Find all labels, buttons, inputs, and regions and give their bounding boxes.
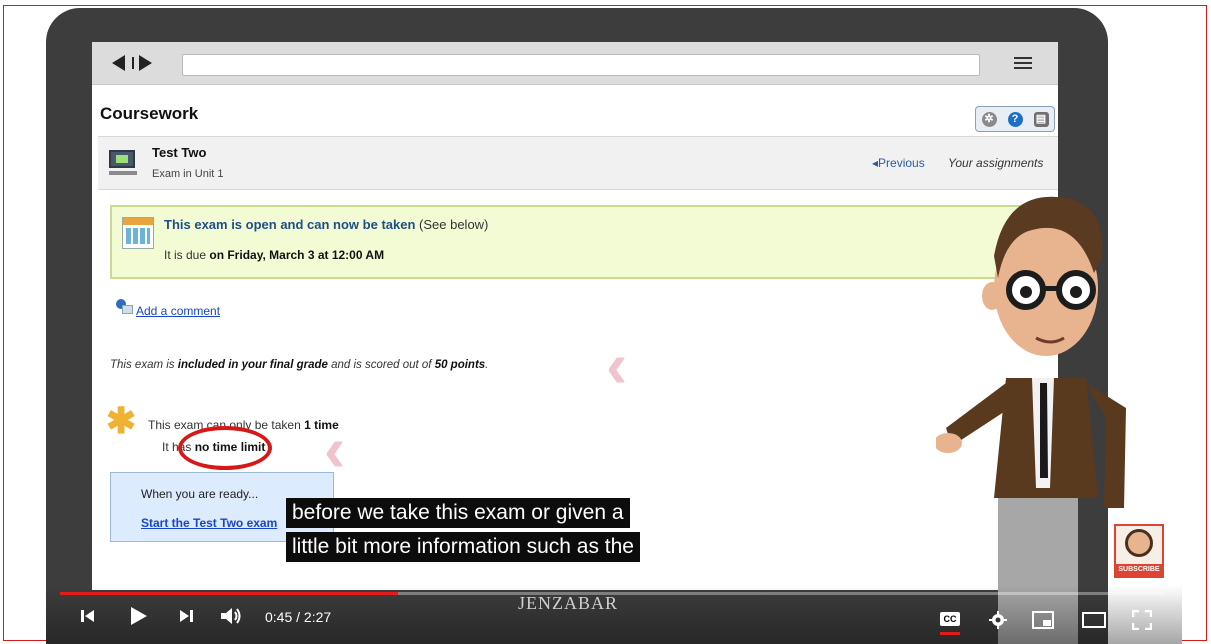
caption-line: before we take this exam or given a [286,498,630,528]
nav-separator [132,57,134,69]
forward-arrow-icon[interactable] [139,55,152,71]
page-tools: ✲ ? ▤ [975,106,1055,132]
add-comment-link[interactable]: Add a comment [136,304,220,318]
comment-icon [116,299,133,314]
assignment-title: Test Two [152,145,207,160]
computer-icon [109,150,137,178]
previous-video-icon[interactable] [80,608,96,624]
highlight-circle [178,426,272,470]
subscribe-watermark[interactable]: SUBSCRIBE [1114,524,1164,578]
assignment-subtitle: Exam in Unit 1 [152,168,224,180]
previous-link[interactable]: ◂Previous [872,156,925,170]
volume-icon[interactable] [220,606,242,626]
open-headline: This exam is open and can now be taken (… [164,217,489,232]
time-display: 0:45 / 2:27 [265,609,332,625]
address-bar[interactable] [182,54,980,76]
next-video-icon[interactable] [178,608,194,624]
chevron-left-icon: ‹ [606,329,628,401]
ready-text: When you are ready... [141,487,259,501]
page-title: Coursework [100,104,199,123]
subscribe-label: SUBSCRIBE [1116,564,1162,576]
see-below: (See below) [415,217,489,232]
help-icon[interactable]: ? [1007,111,1023,127]
gear-icon[interactable] [988,610,1008,630]
captions: before we take this exam or given a litt… [286,498,640,566]
captions-active-indicator [940,632,960,635]
your-assignments-link[interactable]: Your assignments [948,156,1043,170]
miniplayer-icon[interactable] [1032,611,1054,629]
theater-mode-icon[interactable] [1082,612,1106,628]
start-exam-link[interactable]: Start the Test Two exam [141,516,277,530]
hamburger-menu-icon[interactable] [1014,57,1032,69]
due-date: on Friday, March 3 at 12:00 AM [209,248,385,262]
fullscreen-icon[interactable] [1132,610,1152,630]
grading-info: This exam is included in your final grad… [110,359,489,371]
gear-icon[interactable]: ✲ [981,111,997,127]
back-arrow-icon[interactable] [112,55,125,71]
play-icon[interactable] [128,606,148,626]
calendar-icon [122,217,154,249]
caption-line: little bit more information such as the [286,532,640,562]
exam-open-notice: This exam is open and can now be taken (… [110,205,1058,279]
progress-played [60,592,399,595]
print-icon[interactable]: ▤ [1033,111,1049,127]
captions-button[interactable]: CC [940,612,960,626]
due-date-line: It is due on Friday, March 3 at 12:00 AM [164,248,385,262]
video-player[interactable]: Coursework ✲ ? ▤ Test Two Exam in Unit 1… [46,8,1182,644]
browser-toolbar [92,42,1058,85]
brand-watermark: JENZABAR [518,593,619,613]
asterisk-icon: ✱ [106,400,137,441]
